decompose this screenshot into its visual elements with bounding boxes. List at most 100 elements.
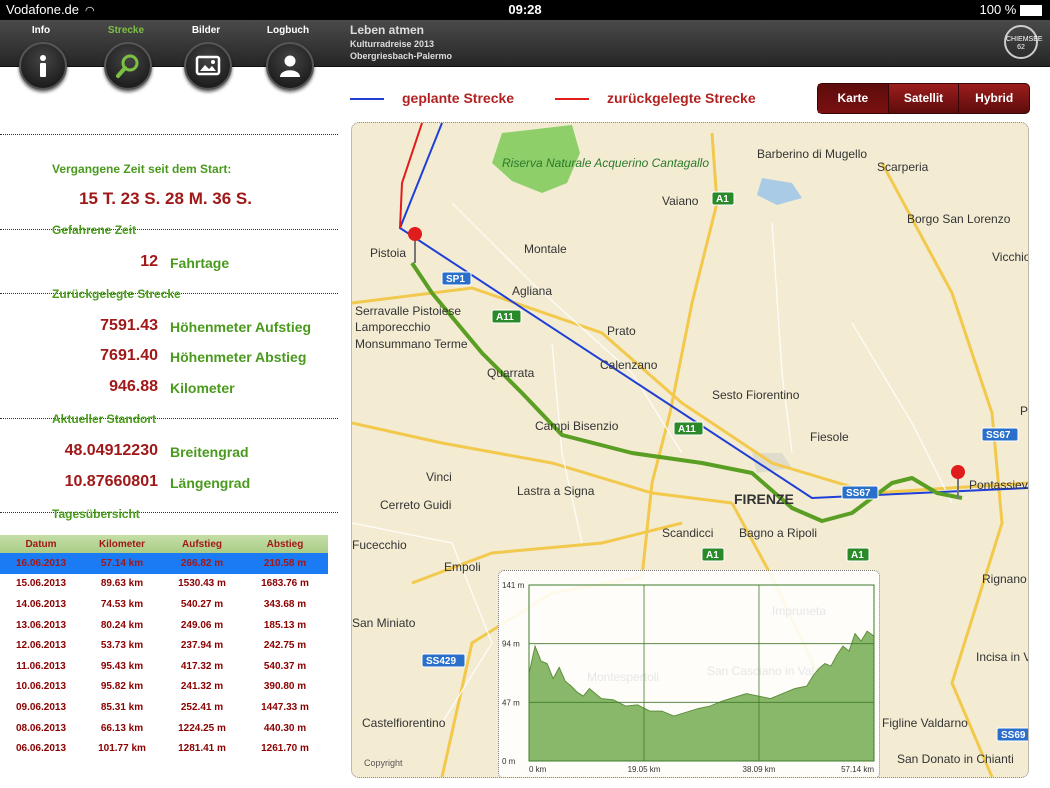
tab-strecke[interactable]: Strecke: [86, 20, 166, 90]
table-row[interactable]: 06.06.2013 101.77 km 1281.41 m 1261.70 m: [0, 738, 328, 759]
col-km: Kilometer: [98, 538, 146, 550]
table-cell: 57.14 km: [100, 557, 144, 569]
table-header: Datum Kilometer Aufstieg Abstieg: [0, 535, 328, 553]
map-place-label: Agliana: [512, 284, 552, 298]
table-row[interactable]: 10.06.2013 95.82 km 241.32 m 390.80 m: [0, 677, 328, 698]
info-icon[interactable]: [19, 42, 67, 90]
table-row[interactable]: 16.06.2013 57.14 km 266.82 m 210.58 m: [0, 553, 328, 574]
road-shield: A11: [491, 309, 522, 324]
y-tick-label: 47 m: [502, 698, 520, 707]
elevation-profile: 141 m 94 m 47 m 0 m 0 km 19.05 km 38.09 km 57.1…: [498, 570, 880, 777]
trip-info: Leben atmen Kulturradreise 2013 Obergrie…: [350, 23, 452, 61]
map-type-karte[interactable]: Karte: [818, 84, 888, 113]
map-place-label: Monsummano Terme: [355, 337, 468, 351]
table-cell: 1447.33 m: [261, 701, 309, 713]
map-place-label: Ponte: [1020, 404, 1028, 418]
tab-info[interactable]: Info: [1, 20, 81, 90]
road-shield: SS69: [996, 727, 1028, 742]
table-cell: 89.63 km: [100, 578, 144, 590]
search-icon[interactable]: [104, 42, 152, 90]
y-tick-label: 141 m: [502, 581, 525, 590]
table-row[interactable]: 14.06.2013 74.53 km 540.27 m 343.68 m: [0, 594, 328, 615]
ascent-value: 7591.43: [100, 317, 158, 334]
table-cell: 540.27 m: [180, 598, 224, 610]
table-cell: 10.06.2013: [15, 681, 67, 693]
svg-text:SS67: SS67: [846, 488, 871, 499]
descent-label: Höhenmeter Abstieg: [170, 349, 307, 365]
table-row[interactable]: 09.06.2013 85.31 km 252.41 m 1447.33 m: [0, 697, 328, 718]
longitude-value: 10.87660801: [64, 473, 158, 490]
travelled-route-red: [399, 123, 423, 229]
table-cell: 440.30 m: [263, 722, 307, 734]
road-shield: A1: [701, 547, 725, 562]
table-cell: 16.06.2013: [15, 557, 67, 569]
map-place-label: Cerreto Guidi: [380, 498, 451, 512]
table-cell: 237.94 m: [180, 640, 224, 652]
battery-icon: [1020, 5, 1042, 17]
chiemsee-logo[interactable]: CHIEMSEE 62: [1004, 25, 1043, 59]
table-cell: 1683.76 m: [261, 578, 309, 590]
ride-days-label: Fahrtage: [170, 255, 230, 271]
table-row[interactable]: 15.06.2013 89.63 km 1530.43 m 1683.76 m: [0, 574, 328, 595]
clock: 09:28: [508, 2, 542, 17]
map-place-label: Lamporecchio: [355, 320, 431, 334]
longitude-label: Längengrad: [170, 475, 251, 491]
map-place-label: Barberino di Mugello: [757, 147, 867, 161]
map-place-label: Vaiano: [662, 194, 699, 208]
map-place-label: Rignano: [982, 572, 1027, 586]
map-place-label: Lastra a Signa: [517, 484, 595, 498]
trip-route: Obergriesbach-Palermo: [350, 51, 453, 61]
svg-text:SP1: SP1: [446, 274, 465, 285]
map-place-label: Sesto Fiorentino: [712, 388, 800, 402]
x-tick-label: 57.14 km: [841, 765, 874, 774]
photos-icon[interactable]: [184, 42, 232, 90]
road-shield: SS67: [841, 485, 879, 500]
divider: [0, 134, 338, 135]
table-cell: 13.06.2013: [15, 619, 67, 631]
distance-title: Zurückgelegte Strecke: [52, 287, 181, 301]
table-cell: 08.06.2013: [15, 722, 67, 734]
tab-bilder[interactable]: Bilder: [166, 20, 246, 90]
table-row[interactable]: 08.06.2013 66.13 km 1224.25 m 440.30 m: [0, 718, 328, 739]
table-row[interactable]: 11.06.2013 95.43 km 417.32 m 540.37 m: [0, 656, 328, 677]
tab-strecke-label: Strecke: [107, 25, 145, 36]
tab-logbuch[interactable]: Logbuch: [248, 20, 328, 90]
elapsed-title: Vergangene Zeit seit dem Start:: [52, 162, 232, 176]
legend-done: zurückgelegte Strecke: [555, 90, 756, 106]
table-cell: 11.06.2013: [16, 660, 66, 672]
map-place-label: Fiesole: [810, 430, 849, 444]
table-cell: 1530.43 m: [178, 578, 226, 590]
table-row[interactable]: 13.06.2013 80.24 km 249.06 m 185.13 m: [0, 615, 328, 636]
map-place-label: Pontassieve: [969, 478, 1028, 492]
map-place-label: Quarrata: [487, 366, 535, 380]
route-map[interactable]: Barberino di Mugello Scarperia Borgo San L…: [351, 122, 1029, 778]
status-bar: Vodafone.de ◠ 09:28 100 %: [0, 0, 1050, 20]
km-label: Kilometer: [170, 380, 235, 396]
trip-subtitle: Kulturradreise 2013: [350, 39, 435, 49]
map-place-label: Montale: [524, 242, 567, 256]
road-shield: SP1: [441, 271, 472, 286]
legend-planned-label: geplante Strecke: [402, 90, 515, 106]
map-place-label: Prato: [607, 324, 636, 338]
road-shield: A1: [846, 547, 870, 562]
svg-text:SS69: SS69: [1001, 730, 1026, 741]
map-place-label: Fucecchio: [352, 538, 407, 552]
map-place-label: San Donato in Chianti: [897, 752, 1014, 766]
latitude-label: Breitengrad: [170, 444, 249, 460]
map-copyright[interactable]: Copyright: [364, 758, 403, 768]
map-type-satellit[interactable]: Satellit: [887, 84, 959, 113]
table-cell: 14.06.2013: [15, 598, 67, 610]
table-row[interactable]: 12.06.2013 53.73 km 237.94 m 242.75 m: [0, 635, 328, 656]
planned-line-swatch: [350, 98, 384, 101]
daily-title: Tagesübersicht: [52, 507, 140, 521]
elapsed-value: 15 T. 23 S. 28 M. 36 S.: [79, 189, 252, 208]
map-place-label: Scandicci: [662, 526, 713, 540]
table-cell: 249.06 m: [180, 619, 224, 631]
table-cell: 53.73 km: [100, 640, 144, 652]
svg-text:A11: A11: [678, 424, 696, 435]
tab-info-label: Info: [31, 25, 51, 36]
person-icon[interactable]: [266, 42, 314, 90]
road-shield: SS429: [421, 653, 466, 668]
map-type-hybrid[interactable]: Hybrid: [958, 84, 1029, 113]
descent-value: 7691.40: [100, 347, 158, 364]
